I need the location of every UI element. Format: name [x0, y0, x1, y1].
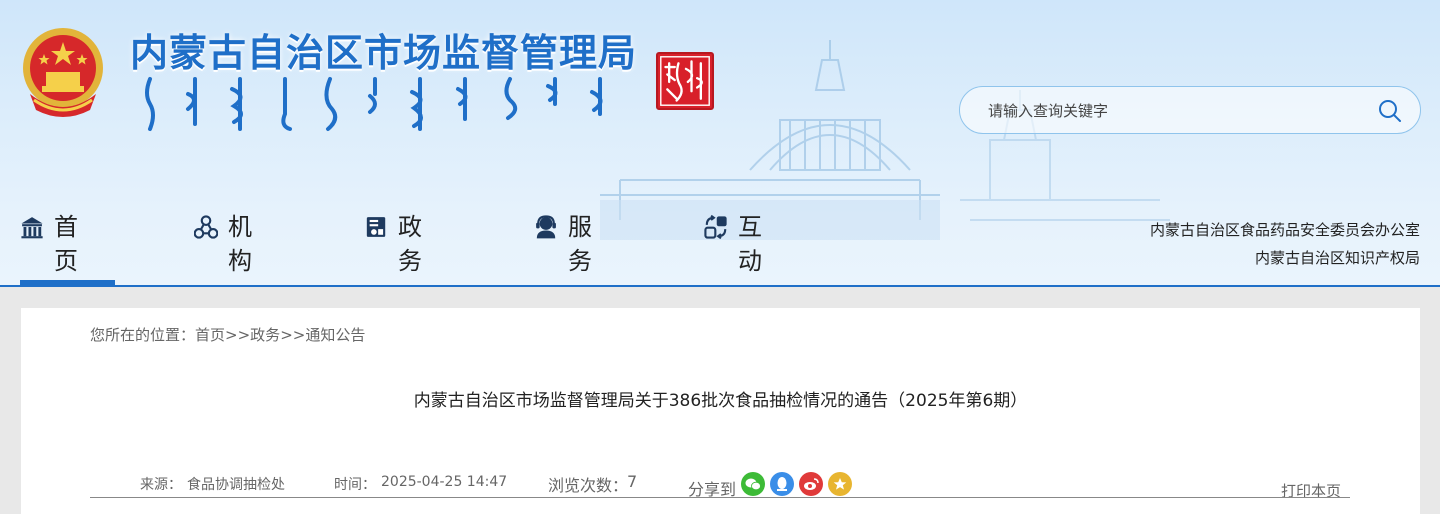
nav-item-services[interactable]: 服务 [534, 210, 602, 287]
article-panel: 您所在的位置：首页>>政务>>通知公告 内蒙古自治区市场监督管理局关于386批次… [21, 308, 1420, 514]
time-value: 2025-04-25 14:47 [381, 474, 508, 490]
meta-divider [90, 497, 1350, 498]
nav-item-organization[interactable]: 机构 [194, 210, 262, 287]
article-title: 内蒙古自治区市场监督管理局关于386批次食品抽检情况的通告（2025年第6期） [413, 391, 1028, 411]
search-input[interactable] [988, 99, 1368, 123]
organization-icon [194, 215, 219, 239]
related-departments: 内蒙古自治区食品药品安全委员会办公室 内蒙古自治区知识产权局 [1150, 216, 1420, 272]
weibo-share-icon[interactable] [799, 472, 823, 496]
nav-divider [0, 285, 1440, 287]
views-count: 7 [627, 472, 638, 491]
site-header: 内蒙古自治区市场监督管理局 请输入查询关键字 首页 机构 政务 服务 互动 内蒙… [0, 0, 1440, 287]
mongolian-script-title [140, 74, 630, 134]
link-food-drug-safety-office[interactable]: 内蒙古自治区食品药品安全委员会办公室 [1150, 216, 1420, 244]
service-agent-icon [536, 215, 556, 239]
home-building-icon [21, 217, 43, 239]
breadcrumb-separator: >> [280, 326, 306, 344]
time-label: 时间： [334, 477, 376, 493]
nav-item-interaction[interactable]: 互动 [704, 210, 772, 287]
search-box [959, 86, 1421, 134]
nav-label-organization: 机构 [228, 213, 253, 275]
views-label: 浏览次数： [548, 476, 629, 495]
qq-share-icon[interactable] [770, 472, 794, 496]
search-icon[interactable] [1378, 99, 1402, 123]
government-affairs-icon [366, 217, 386, 237]
nav-item-government-affairs[interactable]: 政务 [364, 210, 432, 287]
source-value: 食品协调抽检处 [187, 477, 285, 493]
wechat-share-icon[interactable] [741, 472, 765, 496]
nav-label-government-affairs: 政务 [398, 213, 423, 275]
nav-item-home[interactable]: 首页 [20, 210, 115, 287]
qzone-share-icon[interactable] [828, 472, 852, 496]
nav-label-services: 服务 [568, 213, 593, 275]
breadcrumb-home[interactable]: 首页 [195, 326, 225, 344]
link-intellectual-property-bureau[interactable]: 内蒙古自治区知识产权局 [1150, 244, 1420, 272]
national-emblem-icon [23, 28, 103, 117]
nav-label-home: 首页 [54, 213, 79, 275]
nav-label-interaction: 互动 [738, 213, 763, 275]
mongolian-seal-icon [656, 52, 714, 110]
breadcrumb-separator: >> [225, 326, 251, 344]
source-label: 来源： [140, 477, 182, 493]
site-title: 内蒙古自治区市场监督管理局 [130, 31, 638, 75]
interaction-icon [704, 214, 727, 240]
breadcrumb: 您所在的位置：首页>>政务>>通知公告 [90, 324, 365, 345]
breadcrumb-government-affairs[interactable]: 政务 [250, 326, 280, 344]
breadcrumb-notices[interactable]: 通知公告 [305, 326, 365, 344]
breadcrumb-prefix: 您所在的位置： [90, 326, 196, 344]
